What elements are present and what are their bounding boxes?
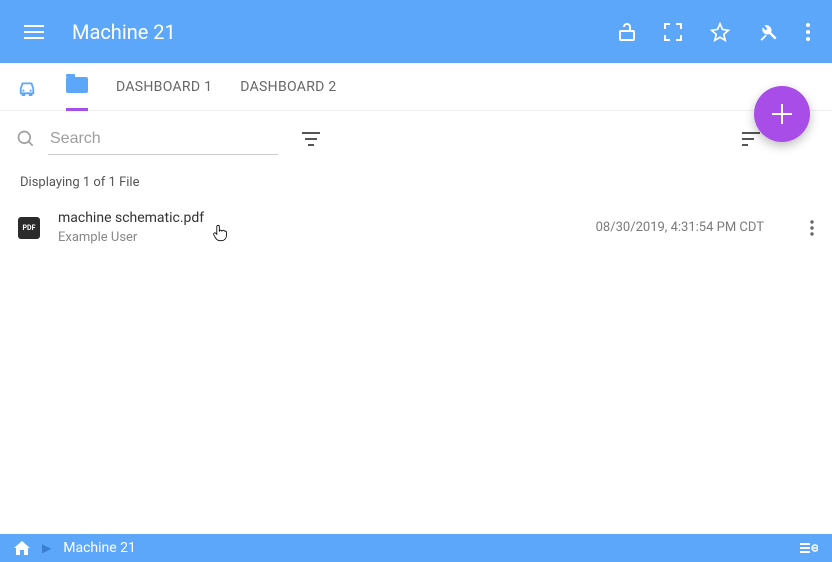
tab-dashboard-2[interactable]: DASHBOARD 2 xyxy=(240,63,336,111)
unlock-icon xyxy=(618,22,636,42)
sort-icon xyxy=(742,132,760,146)
file-name: machine schematic.pdf xyxy=(58,210,204,226)
page-title: Machine 21 xyxy=(72,20,176,44)
fullscreen-button[interactable] xyxy=(664,23,682,41)
fullscreen-icon xyxy=(664,23,682,41)
folder-icon xyxy=(66,77,88,93)
lock-button[interactable] xyxy=(618,22,636,42)
tab-bar: DASHBOARD 1 DASHBOARD 2 xyxy=(0,63,832,111)
breadcrumb-bar: ▶ Machine 21 xyxy=(0,534,832,562)
search-input[interactable] xyxy=(48,124,278,155)
breadcrumb-home[interactable] xyxy=(14,541,30,555)
tab-overview[interactable] xyxy=(16,63,38,111)
tools-button[interactable] xyxy=(758,22,778,42)
more-vert-icon xyxy=(810,220,814,236)
pdf-icon: PDF xyxy=(18,217,40,239)
file-date: 08/30/2019, 4:31:54 PM CDT xyxy=(596,220,764,235)
file-owner: Example User xyxy=(58,230,204,245)
exit-button[interactable] xyxy=(800,541,818,555)
appbar-actions xyxy=(618,22,822,42)
file-count: Displaying 1 of 1 File xyxy=(0,167,832,198)
toolbar xyxy=(0,111,832,167)
more-button[interactable] xyxy=(806,23,810,41)
plus-icon xyxy=(772,104,792,124)
search-icon xyxy=(16,129,36,149)
add-fab[interactable] xyxy=(754,86,810,142)
filter-icon xyxy=(302,132,320,146)
star-icon xyxy=(710,22,730,42)
file-meta: machine schematic.pdf Example User xyxy=(58,210,204,245)
tools-icon xyxy=(758,22,778,42)
more-vert-icon xyxy=(806,23,810,41)
tab-files[interactable] xyxy=(66,63,88,111)
home-icon xyxy=(14,541,30,555)
cursor-icon xyxy=(212,224,228,242)
breadcrumb-current: Machine 21 xyxy=(63,540,136,556)
exit-icon xyxy=(800,541,818,555)
hamburger-menu-button[interactable] xyxy=(16,14,52,50)
appbar: Machine 21 xyxy=(0,0,832,63)
favorite-button[interactable] xyxy=(710,22,730,42)
file-row-menu-button[interactable] xyxy=(810,220,814,236)
tab-dashboard-1[interactable]: DASHBOARD 1 xyxy=(116,63,212,111)
chevron-right-icon: ▶ xyxy=(42,541,51,555)
sort-button[interactable] xyxy=(742,132,760,146)
hamburger-icon xyxy=(24,25,44,39)
file-row[interactable]: PDF machine schematic.pdf Example User 0… xyxy=(0,198,832,257)
car-icon xyxy=(16,78,38,96)
filter-button[interactable] xyxy=(302,132,320,146)
